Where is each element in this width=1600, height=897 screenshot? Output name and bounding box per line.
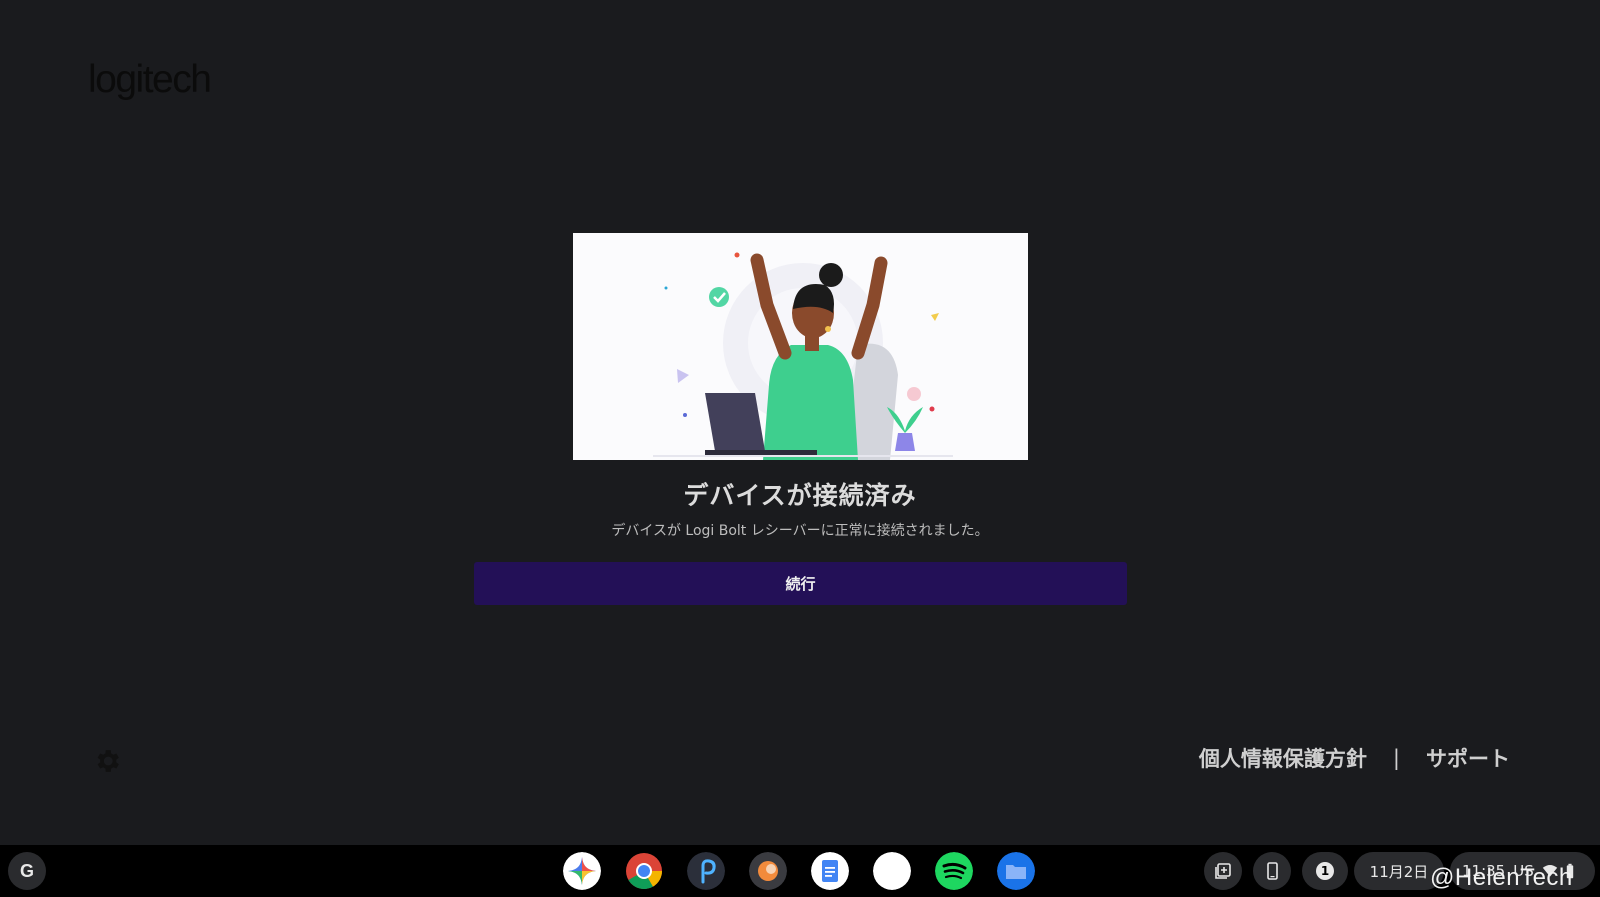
logi-options-window: logitech デバイスが接続済み デバイスが Logi Bolt レシーバー… xyxy=(0,0,1600,845)
photos-icon[interactable] xyxy=(749,852,787,890)
privacy-policy-link[interactable]: 個人情報保護方針 xyxy=(1199,743,1367,773)
logitech-logo: logitech xyxy=(88,58,212,101)
continue-button[interactable]: 続行 xyxy=(474,562,1127,605)
date-text: 11月2日 xyxy=(1369,862,1429,881)
footer-links: 個人情報保護方針 | サポート xyxy=(1199,743,1510,773)
phone-hub-icon[interactable] xyxy=(1253,852,1291,890)
page-subtitle: デバイスが Logi Bolt レシーバーに正常に接続されました。 xyxy=(611,523,989,539)
files-icon[interactable] xyxy=(997,852,1035,890)
chrome-icon[interactable] xyxy=(625,852,663,890)
spotify-icon[interactable] xyxy=(935,852,973,890)
notification-count: 1 xyxy=(1316,862,1334,880)
footer-separator: | xyxy=(1392,746,1400,770)
connected-illustration xyxy=(573,233,1028,460)
picsart-icon[interactable] xyxy=(687,852,725,890)
chromeos-shelf: G 1 11月2日 11:35 US xyxy=(0,845,1600,897)
support-link[interactable]: サポート xyxy=(1426,743,1510,773)
gear-icon[interactable] xyxy=(92,746,122,776)
docs-icon[interactable] xyxy=(811,852,849,890)
launcher-button[interactable]: G xyxy=(8,852,46,890)
screen-capture-icon[interactable] xyxy=(1204,852,1242,890)
notification-badge[interactable]: 1 xyxy=(1302,852,1348,890)
celebrating-person-illustration xyxy=(653,252,953,460)
blank-app-icon[interactable] xyxy=(873,852,911,890)
gemini-icon[interactable] xyxy=(563,852,601,890)
page-title: デバイスが接続済み xyxy=(683,481,917,510)
watermark-text: @HelenTech xyxy=(1430,864,1573,891)
